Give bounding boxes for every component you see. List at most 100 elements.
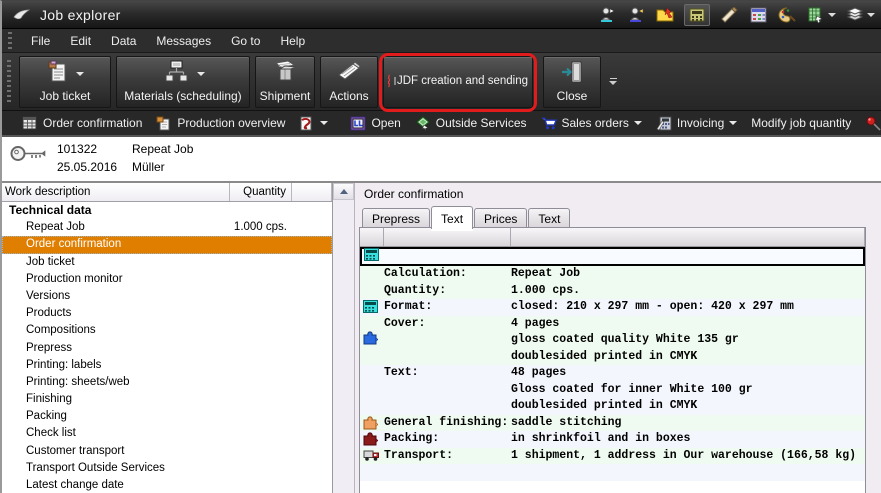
calculator-icon [364,248,379,265]
calculator-icon [363,300,378,317]
grid-calculator-icon[interactable] [748,6,768,24]
exit-door-icon [560,60,584,89]
nav-modify-status[interactable]: Modify status [858,113,881,134]
palette-icon[interactable] [777,6,797,24]
tab-prepress[interactable]: Prepress [362,208,430,229]
job-ticket-button[interactable]: Job ticket [19,56,111,108]
paper-stack-button[interactable] [845,6,875,24]
nav-pdf-button[interactable] [292,113,335,134]
message-folder-icon[interactable] [655,6,675,24]
chevron-down-icon [609,81,617,85]
detail-row-transport[interactable]: Transport:1 shipment, 1 address in Our w… [360,448,865,465]
jdf-creation-button[interactable]: JDF creation and sending [383,56,533,108]
tree-item-printing-sheets-web[interactable]: Printing: sheets/web [2,374,332,391]
menu-file[interactable]: File [22,31,59,51]
tree-item-products[interactable]: Products [2,305,332,322]
close-button[interactable]: Close [543,56,601,108]
close-label: Close [557,89,588,103]
nav-order-confirmation[interactable]: Order confirmation [15,113,149,134]
materials-label: Materials (scheduling) [124,89,241,103]
person-send-icon[interactable] [597,6,617,24]
main-toolbar: Job ticket Materials (scheduling) Shipme… [2,53,881,111]
document-icon [156,116,172,131]
nav-sales-orders[interactable]: Sales orders [534,113,649,134]
materials-scheduling-button[interactable]: Materials (scheduling) [116,56,250,108]
work-description-panel: Work description Quantity Technical data… [2,183,333,493]
column-work-description[interactable]: Work description [2,183,230,201]
actions-label: Actions [329,89,368,103]
toolbar-overflow-button[interactable] [606,59,620,105]
column-quantity[interactable]: Quantity [230,183,292,201]
menu-messages[interactable]: Messages [147,31,220,51]
actions-button[interactable]: Actions [320,56,378,108]
tree-item-latest-change-date[interactable]: Latest change date [2,477,332,493]
tree-item-repeat-job[interactable]: Repeat Job1.000 cps. [2,219,332,236]
selected-row[interactable] [360,247,865,266]
detail-row-empty [360,464,865,481]
tab-prices[interactable]: Prices [474,208,527,229]
tree-item-packing[interactable]: Packing [2,408,332,425]
tree-item-job-ticket[interactable]: Job ticket [2,254,332,271]
tab-bar: Prepress Text Prices Text [355,204,881,228]
list-header: Work description Quantity [2,183,332,202]
chevron-down-icon [828,13,836,17]
detail-row-calculation[interactable]: Calculation:Repeat Job Quantity:1.000 cp… [360,266,865,299]
broom-icon[interactable] [719,6,739,24]
package-icon [272,60,298,89]
org-chart-icon [161,60,191,89]
menu-help[interactable]: Help [271,31,314,51]
nav-modify-job-quantity[interactable]: Modify job quantity [744,113,858,133]
tree-item-finishing[interactable]: Finishing [2,391,332,408]
tab-text[interactable]: Text [431,206,473,229]
menu-edit[interactable]: Edit [61,31,100,51]
nav-invoicing[interactable]: Invoicing [649,113,744,134]
menu-go-to[interactable]: Go to [222,31,269,51]
quantity-value: 1.000 cps. [230,219,287,236]
outside-services-icon [415,116,431,131]
titlebar-toolbar [597,4,875,26]
tree-item-prepress[interactable]: Prepress [2,340,332,357]
detail-row-format[interactable]: Format:closed: 210 x 297 mm - open: 420 … [360,299,865,316]
tree-item-customer-transport[interactable]: Customer transport [2,443,332,460]
detail-row-packing[interactable]: Packing:in shrinkfoil and in boxes [360,431,865,448]
nav-outside-services[interactable]: Outside Services [408,113,534,134]
tree-item-transport-outside-services[interactable]: Transport Outside Services [2,460,332,477]
chevron-down-icon[interactable] [197,72,205,76]
detail-row-cover[interactable]: Cover:4 pages gloss coated quality White… [360,316,865,366]
content-area: Work description Quantity Technical data… [2,183,881,493]
toolbar-grip[interactable] [8,32,12,48]
tree-item-order-confirmation[interactable]: Order confirmation [2,236,332,253]
tree-item-printing-labels[interactable]: Printing: labels [2,357,332,374]
tree-item-check-list[interactable]: Check list [2,425,332,442]
menu-data[interactable]: Data [102,31,145,51]
nav-toolbar: Order confirmation Production overview O… [2,111,881,137]
vertical-scrollbar[interactable] [333,183,355,493]
job-date: 25.05.2016 [57,160,117,174]
chevron-down-icon [729,121,737,125]
job-description: Repeat Job [132,142,193,156]
chevron-down-icon [634,121,642,125]
tree-item-production-monitor[interactable]: Production monitor [2,271,332,288]
paper-stack-icon [845,6,865,24]
tree-item-versions[interactable]: Versions [2,288,332,305]
table-export-button[interactable] [806,6,836,24]
menu-bar: File Edit Data Messages Go to Help [2,29,881,53]
person-receive-icon[interactable] [626,6,646,24]
truck-icon [363,449,380,466]
pdf-icon [299,116,315,131]
toolbar-grip[interactable] [7,60,11,104]
nav-open[interactable]: Open [343,113,407,134]
shopping-cart-icon [541,116,557,131]
nav-production-overview[interactable]: Production overview [149,113,292,134]
scroll-up-button[interactable] [333,183,354,200]
tab-text-2[interactable]: Text [528,208,570,229]
chevron-down-icon[interactable] [76,72,84,76]
shipment-button[interactable]: Shipment [255,56,315,108]
detail-row-general-finishing[interactable]: General finishing:saddle stitching [360,415,865,432]
order-confirmation-table: Calculation:Repeat Job Quantity:1.000 cp… [359,227,866,493]
tree-group-technical-data[interactable]: Technical data [2,202,332,219]
pages-icon [336,61,362,88]
calculator-icon[interactable] [684,4,710,26]
detail-row-text[interactable]: Text:48 pages Gloss coated for inner Whi… [360,365,865,415]
tree-item-compositions[interactable]: Compositions [2,322,332,339]
